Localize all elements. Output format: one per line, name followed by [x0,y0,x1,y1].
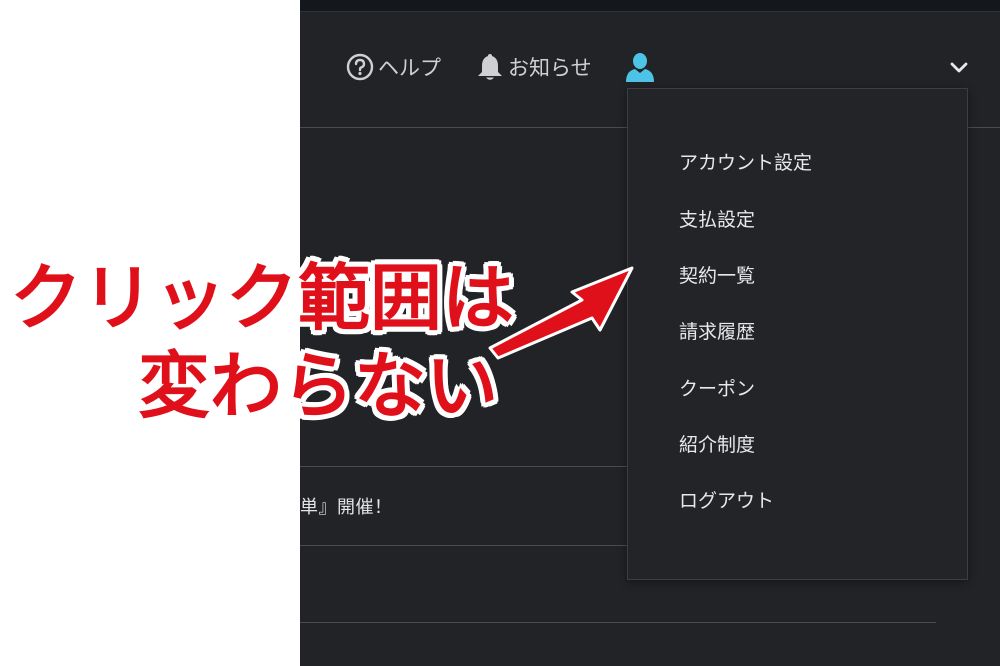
help-label: ヘルプ [378,56,441,80]
account-dropdown-menu: アカウント設定 支払設定 契約一覧 請求履歴 クーポン 紹介制度 ログアウト [627,88,968,580]
notice-text[interactable]: 単』開催！ [300,493,393,519]
menu-item-logout[interactable]: ログアウト [679,486,774,516]
chevron-down-icon [948,56,970,78]
user-icon [624,51,656,83]
user-menu-button[interactable] [624,50,656,84]
annotation-text-line1: クリック範囲は [10,256,515,340]
content-divider [300,622,936,623]
notice-label: お知らせ [508,56,592,80]
menu-item-account-settings[interactable]: アカウント設定 [679,148,812,178]
question-circle-icon [346,53,374,81]
menu-item-contract-list[interactable]: 契約一覧 [679,261,755,291]
menu-item-referral[interactable]: 紹介制度 [679,430,755,460]
notice-link[interactable]: お知らせ [476,50,592,84]
content-divider [300,466,630,467]
menu-item-coupon[interactable]: クーポン [679,374,755,404]
content-divider [300,545,630,546]
annotation-text-line2: 変わらない [138,344,499,428]
bell-icon [476,52,504,82]
top-strip [300,0,1000,12]
help-link[interactable]: ヘルプ [346,50,441,84]
menu-item-payment-settings[interactable]: 支払設定 [679,205,755,235]
account-dropdown-toggle[interactable] [948,50,970,84]
menu-item-billing-history[interactable]: 請求履歴 [679,317,755,347]
